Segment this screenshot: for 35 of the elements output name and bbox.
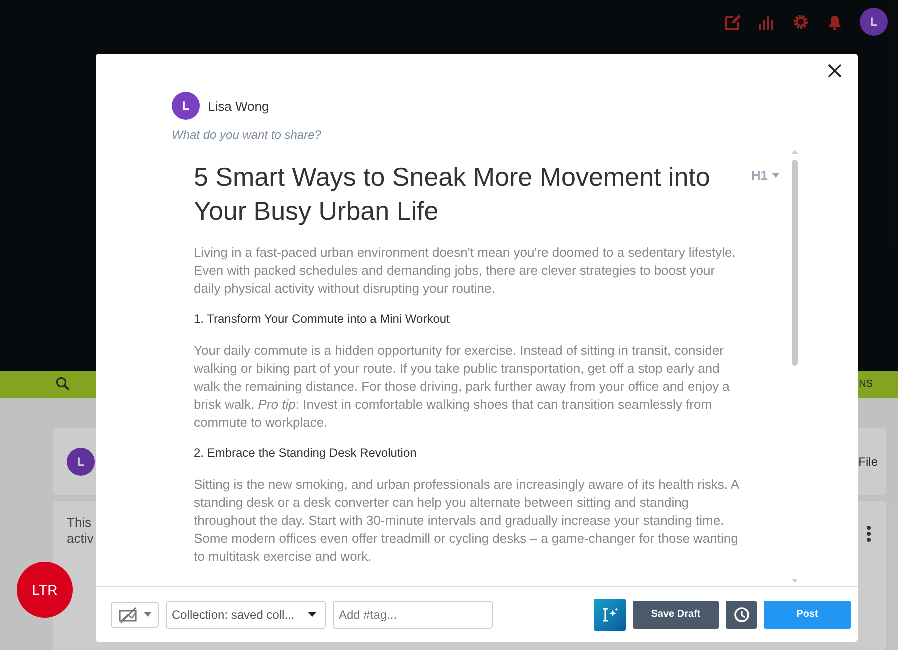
caret-icon: [772, 173, 780, 178]
more-icon[interactable]: [866, 525, 872, 544]
collection-dropdown[interactable]: Collection: saved coll...: [166, 600, 326, 628]
post-text: This activ: [67, 515, 94, 548]
caret-icon: [144, 612, 152, 617]
user-avatar: L: [67, 448, 95, 476]
caret-icon: [308, 612, 317, 617]
ai-assist-button[interactable]: [594, 598, 626, 630]
author-name: Lisa Wong: [208, 98, 270, 114]
bell-icon[interactable]: [826, 13, 844, 31]
article-paragraph: Your daily commute is a hidden opportunity for exercise. Instead of sitting in transit, consider walking or biking part of your route. If you take public transportation, get off a stop early and walk the remaining distance. For those driving, park further away from your office and enjoy a brisk walk. Pro tip: Invest in comfortable walking shoes that can transition seamlessly from commute to workplace.: [194, 342, 731, 432]
search-icon[interactable]: [56, 377, 70, 392]
tag-input[interactable]: Add #tag...: [333, 600, 493, 628]
article-paragraph: Sitting is the new smoking, and urban professionals are increasingly aware of its health risks. A standing desk or a desk converter can help you alternate between sitting and standing throughout the day. Start with 30-minute intervals and gradually increase your standing time. Some modern offices even offer treadmill or cycling desks – a game-changer for those wanting to multitask exercise and work.: [194, 476, 740, 566]
schedule-button[interactable]: [726, 600, 757, 628]
share-prompt: What do you want to share?: [172, 128, 322, 142]
bar-chart-icon[interactable]: [758, 13, 776, 31]
article-paragraph: Living in a fast-paced urban environment doesn't mean you're doomed to a sedentary lifestyle. Even with packed schedules and demanding jobs, there are clever strategies to boost your daily physical activity without disrupting your routine.: [194, 244, 737, 298]
image-off-icon: [118, 606, 138, 622]
visibility-dropdown[interactable]: [111, 602, 159, 628]
scrollbar-thumb[interactable]: [792, 160, 798, 366]
settings-icon[interactable]: [792, 13, 810, 31]
article-title: 5 Smart Ways to Sneak More Movement into Your Busy Urban Life: [194, 161, 712, 228]
post-button[interactable]: Post: [764, 600, 851, 628]
close-icon[interactable]: [828, 64, 842, 78]
save-draft-button[interactable]: Save Draft: [633, 600, 719, 628]
nav-link[interactable]: NS: [859, 378, 873, 390]
file-label[interactable]: File: [858, 454, 878, 469]
section-heading: 1. Transform Your Commute into a Mini Workout: [194, 312, 451, 326]
user-avatar[interactable]: L: [860, 8, 888, 36]
author-avatar: L: [172, 92, 200, 120]
edit-icon[interactable]: [724, 13, 742, 31]
section-heading: 2. Embrace the Standing Desk Revolution: [194, 446, 418, 460]
clock-icon: [734, 606, 750, 622]
sparkle-cursor-icon: [601, 606, 619, 622]
